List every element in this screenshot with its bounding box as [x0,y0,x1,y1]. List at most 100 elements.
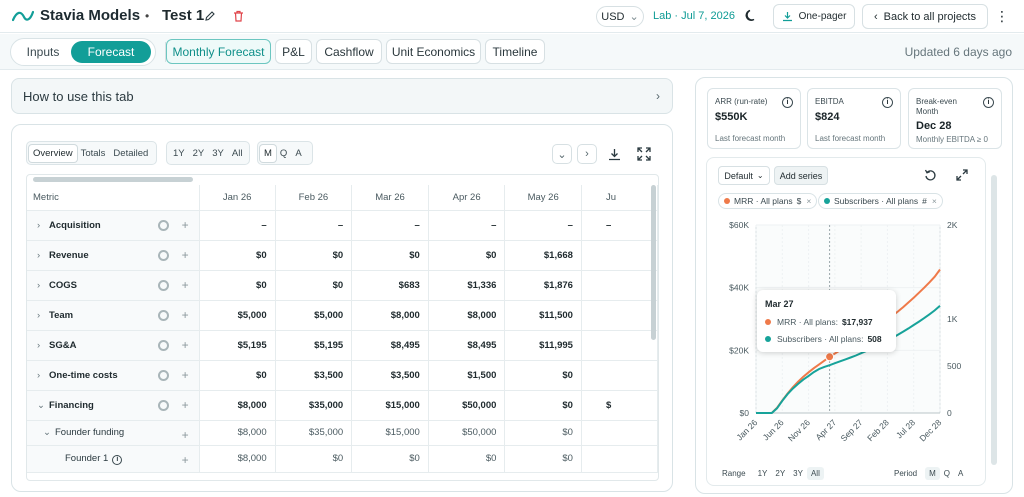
how-to-banner[interactable]: How to use this tab › [11,78,673,114]
remove-icon[interactable]: × [932,196,937,206]
next-button[interactable]: › [577,144,597,164]
table-row[interactable]: › COGS + $0 $0 $683 $1,336 $1,876 [27,270,658,301]
vertical-scrollbar[interactable] [651,185,656,340]
span-all[interactable]: All [228,145,247,162]
chevron-down-icon[interactable]: ⌄ [43,427,55,438]
gear-icon[interactable] [157,399,169,411]
how-to-title: How to use this tab [23,89,134,104]
table-row[interactable]: Founder 1 i + $8,000 $0 $0 $0 $0 [27,445,658,473]
series-chip-mrr[interactable]: MRR · All plans $ × [718,193,818,209]
gear-icon[interactable] [157,249,169,261]
panel-scrollbar[interactable] [991,175,997,465]
row-label[interactable]: › Revenue + [27,240,200,271]
collapse-button[interactable]: ⌄ [552,144,572,164]
row-label[interactable]: ⌄ Founder funding + [27,420,200,446]
span-2y[interactable]: 2Y [189,145,209,162]
row-label[interactable]: › Acquisition + [27,210,200,241]
series-chip-subscribers[interactable]: Subscribers · All plans # × [818,193,943,209]
tab-monthly-forecast[interactable]: Monthly Forecast [166,39,271,64]
more-options-icon[interactable]: ⋮ [995,8,1009,24]
gear-icon[interactable] [157,309,169,321]
expand-chart-icon[interactable] [954,167,970,183]
gear-icon[interactable] [157,369,169,381]
tab-cashflow[interactable]: Cashflow [316,39,382,64]
add-icon[interactable]: + [182,428,189,442]
chart-period-a[interactable]: A [954,467,967,480]
table-row[interactable]: ⌄ Founder funding + $8,000 $35,000 $15,000 $50… [27,420,658,446]
horizontal-scrollbar[interactable] [33,177,193,182]
view-totals[interactable]: Totals [77,145,110,162]
view-overview[interactable]: Overview [29,144,77,162]
add-icon[interactable]: + [182,368,189,382]
dark-mode-icon[interactable] [743,8,759,24]
row-label[interactable]: › COGS + [27,270,200,301]
forecast-tab[interactable]: Forecast [71,41,151,63]
row-label[interactable]: Founder 1 i + [27,445,200,473]
chart-tooltip: Mar 27 MRR · All plans: $17,937 Subscrib… [757,290,896,352]
reset-icon[interactable] [922,167,938,183]
period-q[interactable]: Q [276,145,291,162]
info-icon[interactable]: i [983,97,994,108]
currency-select[interactable]: USD ⌄ [596,6,644,27]
period-m[interactable]: M [260,144,276,162]
range-2y[interactable]: 2Y [771,467,789,480]
table-row[interactable]: › Revenue + $0 $0 $0 $0 $1,668 [27,240,658,271]
delete-icon[interactable] [231,9,245,23]
edit-icon[interactable] [203,9,217,23]
back-to-projects-button[interactable]: ‹ Back to all projects [862,4,988,29]
lab-date[interactable]: Lab · Jul 7, 2026 [653,10,735,22]
expand-icon[interactable] [635,145,653,163]
add-icon[interactable]: + [182,453,189,467]
table-row[interactable]: › Acquisition + – – – – – – [27,210,658,241]
table-cell: $1,500 [428,360,506,391]
tab-unit-economics[interactable]: Unit Economics [386,39,481,64]
inputs-tab[interactable]: Inputs [13,41,73,63]
remove-icon[interactable]: × [806,196,811,206]
add-icon[interactable]: + [182,248,189,262]
chevron-right-icon[interactable]: › [37,340,49,351]
table-cell: $50,000 [428,420,506,446]
range-3y[interactable]: 3Y [789,467,807,480]
add-icon[interactable]: + [182,278,189,292]
download-icon[interactable] [605,145,623,163]
info-icon[interactable]: i [112,454,123,465]
chevron-down-icon[interactable]: ⌄ [37,400,49,411]
month-header: Apr 26 [428,185,506,211]
table-row[interactable]: › SG&A + $5,195 $5,195 $8,495 $8,495 $11,995 [27,330,658,361]
row-label[interactable]: › Team + [27,300,200,331]
add-series-button[interactable]: Add series [774,166,828,185]
info-icon[interactable]: i [782,97,793,108]
chart-period-m[interactable]: M [925,466,940,480]
chevron-right-icon[interactable]: › [37,280,49,291]
table-cell: $8,000 [351,300,429,331]
period-a[interactable]: A [291,145,305,162]
view-detailed[interactable]: Detailed [109,145,152,162]
row-label[interactable]: ⌄ Financing + [27,390,200,421]
chevron-right-icon[interactable]: › [37,220,49,231]
span-3y[interactable]: 3Y [208,145,228,162]
tab-timeline[interactable]: Timeline [485,39,545,64]
gear-icon[interactable] [157,279,169,291]
chart-period-q[interactable]: Q [940,467,954,480]
row-label[interactable]: › One-time costs + [27,360,200,391]
range-all[interactable]: All [806,466,824,480]
range-1y[interactable]: 1Y [754,467,772,480]
table-row[interactable]: ⌄ Financing + $8,000 $35,000 $15,000 $50,000 $0… [27,390,658,421]
chevron-right-icon[interactable]: › [37,310,49,321]
span-1y[interactable]: 1Y [169,145,189,162]
row-label[interactable]: › SG&A + [27,330,200,361]
chevron-right-icon[interactable]: › [37,250,49,261]
chevron-right-icon[interactable]: › [37,370,49,381]
tab-pl[interactable]: P&L [275,39,312,64]
gear-icon[interactable] [157,339,169,351]
add-icon[interactable]: + [182,218,189,232]
table-row[interactable]: › One-time costs + $0 $3,500 $3,500 $1,500 $0 [27,360,658,391]
one-pager-button[interactable]: One-pager [773,4,855,29]
add-icon[interactable]: + [182,398,189,412]
add-icon[interactable]: + [182,308,189,322]
info-icon[interactable]: i [882,97,893,108]
table-row[interactable]: › Team + $5,000 $5,000 $8,000 $8,000 $11,500 [27,300,658,331]
preset-select[interactable]: Default ⌄ [718,166,770,185]
add-icon[interactable]: + [182,338,189,352]
gear-icon[interactable] [157,219,169,231]
